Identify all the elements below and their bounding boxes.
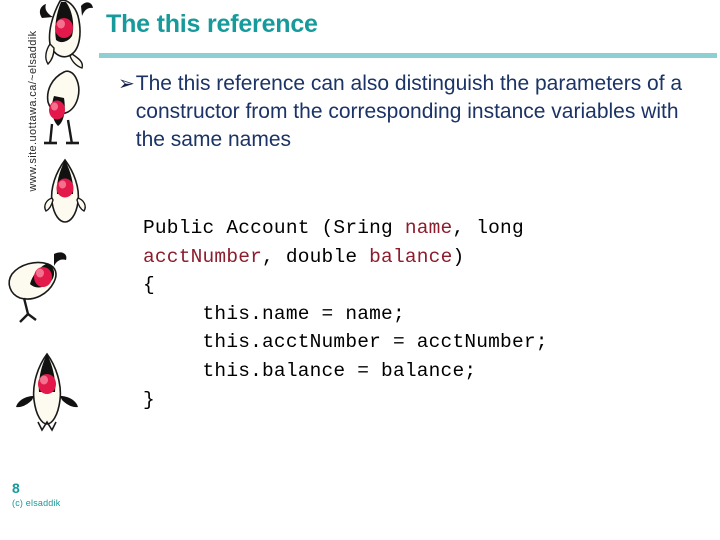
code-text: )	[452, 245, 465, 268]
page-number: 8	[12, 480, 20, 496]
code-line: this.acctNumber = acctNumber;	[143, 328, 548, 357]
code-text: , long	[452, 217, 524, 239]
bullet-text: The this reference can also distinguish …	[135, 72, 683, 151]
code-text: , double	[262, 245, 370, 268]
duke-mascot-4	[2, 250, 82, 336]
code-line: acctNumber, double balance)	[143, 243, 548, 272]
code-identifier: balance	[369, 245, 453, 268]
left-decoration-rail: www.site.uottawa.ca/~elsaddik	[0, 0, 104, 540]
duke-mascot-2	[34, 70, 96, 148]
code-line: this.name = name;	[143, 300, 548, 329]
code-line: }	[143, 386, 548, 415]
code-identifier: acctNumber	[143, 245, 263, 268]
copyright-notice: (c) elsaddik	[12, 498, 61, 508]
code-line: {	[143, 271, 548, 300]
code-block: Public Account (Sring name, long acctNumb…	[143, 214, 548, 414]
code-identifier: name	[404, 217, 453, 239]
page-title: The this reference	[106, 10, 318, 38]
code-text: {	[143, 274, 155, 297]
bullet-arrow-icon: ➢	[118, 73, 135, 95]
code-text: }	[143, 388, 155, 411]
duke-mascot-5	[8, 352, 86, 432]
code-text: Public Account (Sring	[143, 217, 405, 239]
slide: www.site.uottawa.ca/~elsaddik The this r…	[0, 0, 720, 540]
code-text: this.acctNumber = acctNumber;	[143, 331, 548, 354]
code-line: this.balance = balance;	[143, 357, 548, 386]
code-line: Public Account (Sring name, long	[143, 214, 548, 243]
bullet-paragraph: ➢ The this reference can also distinguis…	[118, 70, 690, 154]
code-text: this.name = name;	[143, 302, 405, 325]
code-text: this.balance = balance;	[143, 359, 477, 382]
duke-mascot-3	[38, 158, 92, 228]
title-divider	[99, 53, 717, 58]
